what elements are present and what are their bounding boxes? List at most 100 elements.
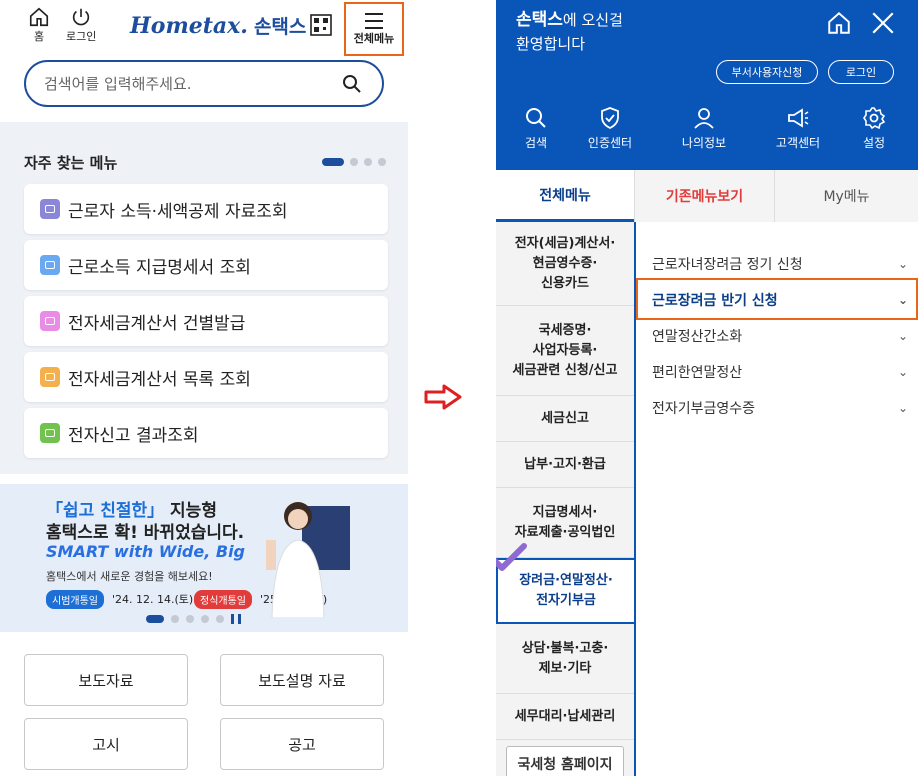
press-release-button[interactable]: 보도자료 xyxy=(24,654,188,706)
favorite-item[interactable]: 전자세금계산서 목록 조회 xyxy=(24,352,388,402)
search-doc-icon xyxy=(40,199,60,219)
favorites-pager[interactable] xyxy=(322,158,386,166)
logo-ko: 손택스 xyxy=(253,16,307,38)
favorite-item[interactable]: 전자신고 결과조회 xyxy=(24,408,388,458)
tab-legacy-menu[interactable]: 기존메뉴보기 xyxy=(634,170,774,222)
favorite-menu-section: 자주 찾는 메뉴 근로자 소득·세액공제 자료조회 근로소득 지급명세서 조회 … xyxy=(0,122,408,474)
hometax-logo[interactable]: Hometax. 손택스 xyxy=(130,12,306,39)
favorite-item-label: 전자신고 결과조회 xyxy=(68,425,199,446)
shield-check-icon xyxy=(601,107,619,130)
pager-dot[interactable] xyxy=(364,158,372,166)
submenu-label: 근로자녀장려금 정기 신청 xyxy=(652,257,803,273)
submenu-item-selected[interactable]: 근로장려금 반기 신청 ⌄ xyxy=(652,290,908,310)
nts-homepage-button[interactable]: 국세청 홈페이지 xyxy=(506,746,624,776)
search-icon[interactable] xyxy=(342,74,362,94)
gear-icon xyxy=(863,107,886,130)
calendar-icon xyxy=(40,255,60,275)
nav-label: 검색 xyxy=(524,136,548,150)
close-icon[interactable] xyxy=(870,10,896,36)
login-button[interactable]: 로그인 xyxy=(66,6,96,44)
submenu-list: 근로자녀장려금 정기 신청 ⌄ 근로장려금 반기 신청 ⌄ 연말정산간소화 ⌄ … xyxy=(634,222,918,776)
nav-label: 나의정보 xyxy=(681,136,727,150)
category-item[interactable]: 상담·불복·고충· 제보·기타 xyxy=(496,624,634,694)
home-icon[interactable] xyxy=(826,10,852,36)
favorite-item[interactable]: 근로소득 지급명세서 조회 xyxy=(24,240,388,290)
pager-dot[interactable] xyxy=(171,615,179,623)
pager-dot[interactable] xyxy=(201,615,209,623)
notice-button[interactable]: 고시 xyxy=(24,718,188,770)
megaphone-icon xyxy=(788,108,809,128)
submenu-item[interactable]: 편리한연말정산 ⌄ xyxy=(652,362,908,382)
home-icon xyxy=(29,7,49,27)
pager-dot[interactable] xyxy=(146,615,164,623)
category-item[interactable]: 세무대리·납세관리 xyxy=(496,694,634,740)
nav-settings[interactable]: 설정 xyxy=(834,106,914,151)
nav-auth-center[interactable]: 인증센터 xyxy=(570,106,650,151)
nav-my-info[interactable]: 나의정보 xyxy=(664,106,744,151)
welcome-message: 손택스에 오신걸 환영합니다 xyxy=(516,8,623,56)
favorite-item[interactable]: 근로자 소득·세액공제 자료조회 xyxy=(24,184,388,234)
nav-label: 고객센터 xyxy=(775,136,821,150)
submenu-item[interactable]: 근로자녀장려금 정기 신청 ⌄ xyxy=(652,254,908,274)
favorites-title: 자주 찾는 메뉴 xyxy=(24,154,118,172)
chevron-down-icon: ⌄ xyxy=(897,329,908,343)
pager-dot[interactable] xyxy=(378,158,386,166)
category-item[interactable]: 전자(세금)계산서· 현금영수증· 신용카드 xyxy=(496,222,634,306)
hamburger-icon xyxy=(365,13,383,29)
monitor-icon xyxy=(40,367,60,387)
nav-customer-center[interactable]: 고객센터 xyxy=(758,106,838,151)
login-label: 로그인 xyxy=(66,30,97,43)
pager-dot[interactable] xyxy=(186,615,194,623)
home-screen: 홈 로그인 Hometax. 손택스 전체메뉴 검색어를 입력해주세요. 자주 … xyxy=(0,0,408,776)
logo-en: Hometax. xyxy=(130,12,248,39)
pager-dot[interactable] xyxy=(322,158,344,166)
banner-pager[interactable] xyxy=(146,614,241,624)
nav-search[interactable]: 검색 xyxy=(496,106,576,151)
chevron-down-icon: ⌄ xyxy=(897,257,908,271)
tab-my-menu[interactable]: My메뉴 xyxy=(774,170,918,222)
favorite-item-label: 근로자 소득·세액공제 자료조회 xyxy=(68,201,288,222)
category-item[interactable]: 국세증명· 사업자등록· 세금관련 신청/신고 xyxy=(496,306,634,396)
press-explanation-button[interactable]: 보도설명 자료 xyxy=(220,654,384,706)
submenu-item[interactable]: 전자기부금영수증 ⌄ xyxy=(652,398,908,418)
login-button[interactable]: 로그인 xyxy=(828,60,894,84)
category-item[interactable]: 납부·고지·환급 xyxy=(496,442,634,488)
search-placeholder: 검색어를 입력해주세요. xyxy=(44,75,192,93)
dept-user-apply-button[interactable]: 부서사용자신청 xyxy=(716,60,818,84)
favorite-item[interactable]: 전자세금계산서 건별발급 xyxy=(24,296,388,346)
welcome-line1: 에 오신걸 xyxy=(562,11,623,29)
submenu-label: 전자기부금영수증 xyxy=(652,401,756,417)
promo-banner[interactable]: 「쉽고 친절한」 지능형 홈택스로 확! 바뀌었습니다. SMART with … xyxy=(0,484,408,632)
pause-icon[interactable] xyxy=(231,614,241,624)
full-menu-button[interactable]: 전체메뉴 xyxy=(344,2,404,56)
nav-label: 설정 xyxy=(862,136,886,150)
category-item[interactable]: 세금신고 xyxy=(496,396,634,442)
menu-tabs: 전체메뉴 기존메뉴보기 My메뉴 xyxy=(496,170,918,222)
search-icon xyxy=(526,108,546,128)
pager-dot[interactable] xyxy=(216,615,224,623)
welcome-brand: 손택스 xyxy=(516,10,563,30)
chevron-down-icon: ⌄ xyxy=(897,365,908,379)
full-menu-label: 전체메뉴 xyxy=(353,32,395,45)
favorite-item-label: 전자세금계산서 목록 조회 xyxy=(68,369,251,390)
banner-person-illustration xyxy=(266,502,350,618)
menu-header: 손택스에 오신걸 환영합니다 부서사용자신청 로그인 검색 인증센터 나의정보 … xyxy=(496,0,918,170)
banner-subtext: 홈택스에서 새로운 경험을 해보세요! xyxy=(46,570,213,583)
submenu-label: 편리한연말정산 xyxy=(652,365,743,381)
qr-button[interactable] xyxy=(310,14,332,40)
chevron-down-icon: ⌄ xyxy=(897,401,908,415)
full-menu-screen: 손택스에 오신걸 환영합니다 부서사용자신청 로그인 검색 인증센터 나의정보 … xyxy=(496,0,918,776)
tab-full-menu[interactable]: 전체메뉴 xyxy=(496,170,634,222)
pager-dot[interactable] xyxy=(350,158,358,166)
announcement-button[interactable]: 공고 xyxy=(220,718,384,770)
search-input[interactable]: 검색어를 입력해주세요. xyxy=(24,60,384,107)
nav-label: 인증센터 xyxy=(587,136,633,150)
monitor-icon xyxy=(40,423,60,443)
submenu-item[interactable]: 연말정산간소화 ⌄ xyxy=(652,326,908,346)
home-label: 홈 xyxy=(33,30,45,43)
favorite-item-label: 근로소득 지급명세서 조회 xyxy=(68,257,251,278)
qr-icon xyxy=(310,14,332,36)
pilot-open-date: '24. 12. 14.(토) xyxy=(112,593,194,606)
chevron-down-icon: ⌄ xyxy=(897,293,908,307)
home-button[interactable]: 홈 xyxy=(28,6,50,44)
